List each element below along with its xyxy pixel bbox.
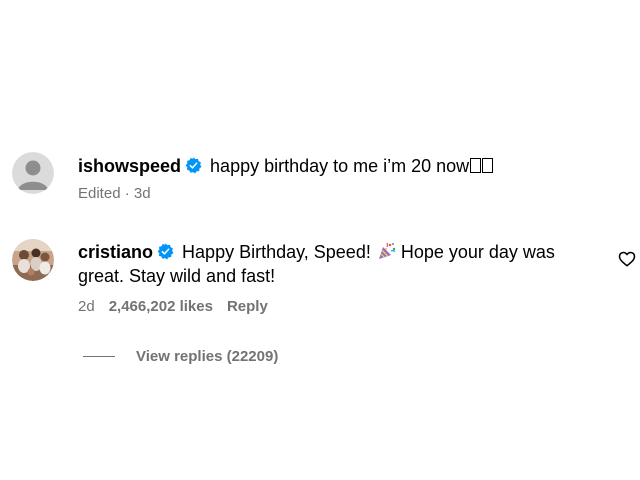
comment-text-line: ishowspeed happy birthday to me i’m 20 n… [78,154,588,178]
reply-button[interactable]: Reply [227,298,268,315]
party-popper-icon [377,241,397,261]
comment-meta: Edited · 3d [78,184,588,204]
square-box-glyph [482,158,494,173]
avatar-ishowspeed[interactable] [12,152,54,194]
verified-badge-icon [157,243,174,260]
square-box-glyph [470,158,482,173]
comment-text-line: cristiano Happy Birthday, Speed! Hope you… [78,240,588,288]
comment-text: happy birthday to me i’m 20 now [210,156,470,176]
view-replies-label: View replies (22209) [136,347,279,365]
comment-text-part1: Happy Birthday, Speed! [182,242,371,262]
username-cristiano[interactable]: cristiano [78,242,153,262]
edited-label: Edited [78,185,121,202]
view-replies-button[interactable]: View replies (22209) [83,346,278,366]
avatar-cristiano[interactable] [12,239,54,281]
heart-icon[interactable] [618,250,636,268]
default-avatar-icon [12,152,54,194]
comment-time: 3d [133,185,151,202]
likes-count-link[interactable]: 2,466,202 likes [109,298,213,315]
replies-divider-line [83,355,115,357]
comment-content: ishowspeed happy birthday to me i’m 20 n… [78,154,588,204]
username-ishowspeed[interactable]: ishowspeed [78,156,181,176]
comment-meta: 2d 2,466,202 likes Reply [78,297,588,317]
comment-content: cristiano Happy Birthday, Speed! Hope you… [78,240,588,317]
meta-separator: · [120,185,134,202]
profile-photo [12,239,54,281]
verified-badge-icon [185,157,202,174]
comment-time: 2d [78,298,95,315]
